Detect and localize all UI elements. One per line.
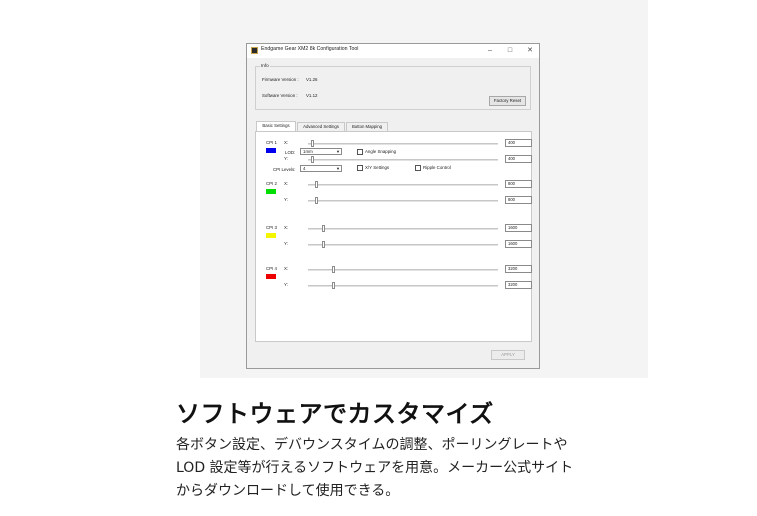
cpi-x-slider-track	[308, 228, 498, 230]
close-button[interactable]: ✕	[523, 45, 537, 57]
cpi-x-slider-thumb[interactable]	[310, 140, 314, 147]
description-line: からダウンロードして使用できる。	[176, 483, 400, 499]
tab-advanced-settings[interactable]: Advanced Settings	[297, 122, 345, 131]
x-axis-label: X:	[284, 140, 289, 145]
cpi-x-value-input[interactable]: 400	[505, 139, 532, 147]
xy-settings-checkbox[interactable]	[357, 165, 363, 171]
cpi-y-slider-track	[308, 244, 498, 246]
maximize-button[interactable]: □	[503, 45, 517, 57]
cpi-y-slider-thumb[interactable]	[314, 197, 318, 204]
section-heading: ソフトウェアでカスタマイズ	[176, 400, 494, 428]
x-axis-label: X:	[284, 266, 289, 271]
info-group: Info Firmware Version : V1.26 Software V…	[255, 63, 531, 110]
title-bar: Endgame Gear XM2 8k Configuration Tool –…	[247, 44, 539, 58]
cpi-color-swatch[interactable]	[266, 274, 276, 279]
cpi-x-slider-track	[308, 269, 498, 271]
tab-button-mapping[interactable]: Button Mapping	[346, 122, 388, 131]
y-axis-label: Y:	[284, 282, 288, 287]
cpi-label: CPI 4	[266, 266, 277, 271]
angle-snapping-label: Angle Snapping	[365, 149, 397, 154]
cpi-label: CPI 3	[266, 225, 277, 230]
cpi-color-swatch[interactable]	[266, 148, 276, 153]
cpi-y-slider-track	[308, 200, 498, 202]
cpi-y-value-input[interactable]: 3200	[505, 281, 532, 289]
software-version-label: Software Version :	[262, 93, 298, 98]
minimize-button[interactable]: –	[483, 45, 497, 57]
angle-snapping-checkbox[interactable]	[357, 149, 363, 155]
cpi-levels-label: CPI Levels:	[273, 167, 296, 172]
cpi-x-slider-thumb[interactable]	[322, 225, 326, 232]
cpi-x-slider-track	[308, 143, 498, 145]
cpi-y-slider-thumb[interactable]	[310, 156, 314, 163]
cpi-x-slider-track	[308, 184, 498, 186]
chevron-down-icon: ▼	[336, 149, 340, 154]
lod-label: LOD:	[285, 150, 296, 155]
firmware-version-value: V1.26	[306, 77, 318, 82]
config-tool-window: Endgame Gear XM2 8k Configuration Tool –…	[246, 43, 540, 369]
cpi-y-value-input[interactable]: 800	[505, 196, 532, 204]
description-line: 各ボタン設定、デバウンスタイムの調整、ポーリングレートや	[176, 437, 568, 453]
cpi-x-value-input[interactable]: 1600	[505, 224, 532, 232]
ripple-control-label: Ripple Control	[423, 165, 451, 170]
cpi-y-value-input[interactable]: 400	[505, 155, 532, 163]
cpi-y-slider-thumb[interactable]	[331, 282, 335, 289]
cpi-label: CPI 2	[266, 181, 277, 186]
cpi-levels-select[interactable]: 4 ▼	[300, 165, 342, 172]
y-axis-label: Y:	[284, 241, 288, 246]
chevron-down-icon: ▼	[336, 166, 340, 171]
app-logo-icon	[251, 47, 258, 54]
description-line: LOD 設定等が行えるソフトウェアを用意。メーカー公式サイト	[176, 460, 574, 476]
firmware-version-label: Firmware Version :	[262, 77, 299, 82]
cpi-y-slider-track	[308, 285, 498, 287]
cpi-x-slider-thumb[interactable]	[331, 266, 335, 273]
info-legend: Info	[260, 63, 270, 68]
cpi-levels-select-value: 4	[303, 166, 306, 171]
apply-button[interactable]: APPLY	[491, 350, 525, 360]
lod-select-value: 1mm	[303, 149, 313, 154]
ripple-control-checkbox[interactable]	[415, 165, 421, 171]
cpi-label: CPI 1	[266, 140, 277, 145]
lod-select[interactable]: 1mm ▼	[300, 148, 342, 155]
y-axis-label: Y:	[284, 197, 288, 202]
x-axis-label: X:	[284, 225, 289, 230]
window-title: Endgame Gear XM2 8k Configuration Tool	[261, 46, 359, 52]
cpi-x-value-input[interactable]: 800	[505, 180, 532, 188]
cpi-y-slider-thumb[interactable]	[322, 241, 326, 248]
cpi-y-slider-track	[308, 159, 498, 161]
y-axis-label: Y:	[284, 156, 288, 161]
software-version-value: V1.12	[306, 93, 318, 98]
cpi-color-swatch[interactable]	[266, 189, 276, 194]
cpi-y-value-input[interactable]: 1600	[505, 240, 532, 248]
x-axis-label: X:	[284, 181, 289, 186]
tab-basic-settings[interactable]: Basic Settings	[256, 121, 296, 131]
cpi-x-value-input[interactable]: 3200	[505, 265, 532, 273]
xy-settings-label: X/Y Settings	[365, 165, 390, 170]
cpi-x-slider-thumb[interactable]	[314, 181, 318, 188]
section-description: 各ボタン設定、デバウンスタイムの調整、ポーリングレートや LOD 設定等が行える…	[176, 434, 626, 503]
cpi-color-swatch[interactable]	[266, 233, 276, 238]
factory-reset-button[interactable]: Factory Reset	[489, 96, 526, 106]
basic-settings-panel: LOD: 1mm ▼ Angle Snapping CPI Levels: 4 …	[255, 131, 532, 342]
